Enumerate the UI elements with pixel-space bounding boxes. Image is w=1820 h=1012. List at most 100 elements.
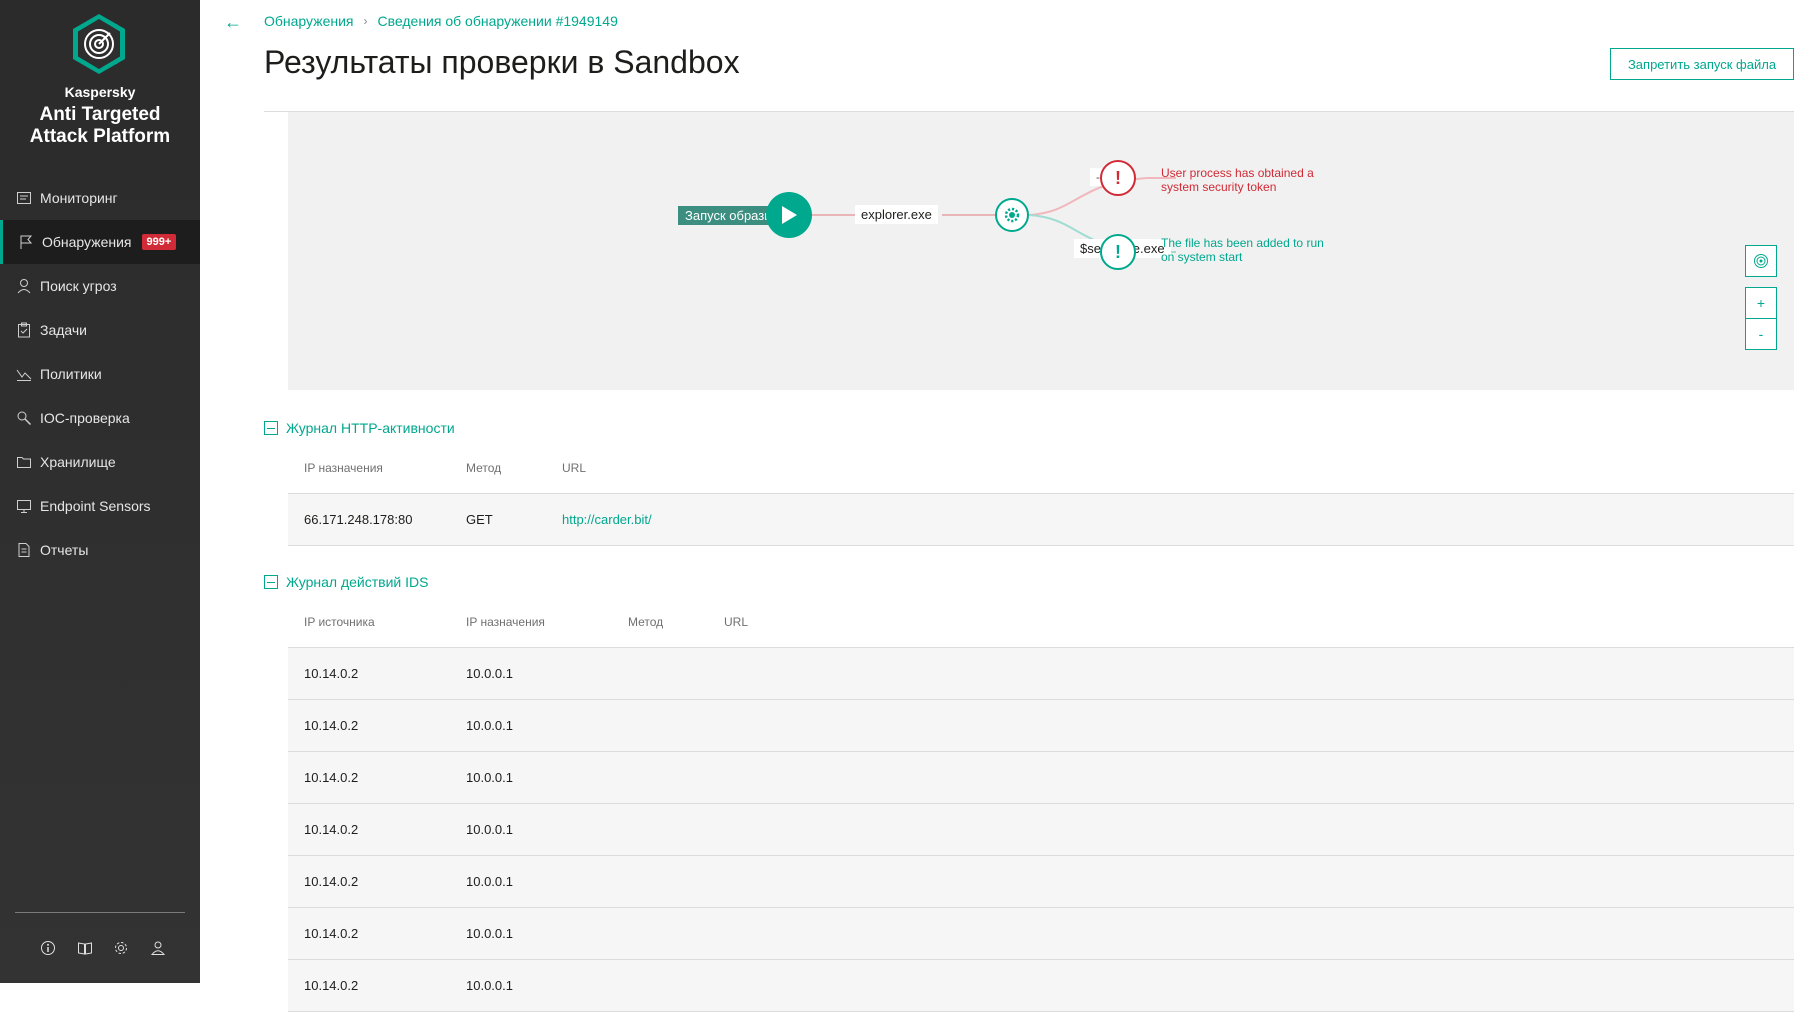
http-log-title: Журнал HTTP-активности <box>286 420 455 436</box>
sidebar-item-label: Задачи <box>40 322 88 338</box>
table-row[interactable]: 10.14.0.2 10.0.0.1 <box>288 700 1794 752</box>
source-ip-cell: 10.14.0.2 <box>304 926 359 941</box>
table-header: IP источника IP назначения Метод URL <box>288 596 1794 648</box>
sidebar-item-label: Поиск угроз <box>40 278 117 294</box>
flag-icon <box>16 232 36 252</box>
sidebar-item-policies[interactable]: Политики <box>0 352 200 396</box>
sidebar-item-tasks[interactable]: Задачи <box>0 308 200 352</box>
sidebar-divider <box>15 912 185 913</box>
table-row[interactable]: 10.14.0.2 10.0.0.1 <box>288 804 1794 856</box>
http-log-table: IP назначения Метод URL 66.171.248.178:8… <box>288 442 1794 546</box>
graph-center-button[interactable] <box>1745 245 1777 277</box>
source-ip-cell: 10.14.0.2 <box>304 822 359 837</box>
destination-ip-cell: 10.0.0.1 <box>466 978 513 993</box>
brand-company: Kaspersky <box>64 84 136 100</box>
destination-ip-cell: 10.0.0.1 <box>466 718 513 733</box>
user-icon[interactable] <box>148 938 168 958</box>
brand-product-line2: Attack Platform <box>29 126 171 147</box>
sidebar-item-detections[interactable]: Обнаружения 999+ <box>0 220 200 264</box>
source-ip-cell: 10.14.0.2 <box>304 978 359 993</box>
column-header: Метод <box>628 614 664 629</box>
table-row[interactable]: 10.14.0.2 10.0.0.1 <box>288 856 1794 908</box>
breadcrumb-detection-details-link[interactable]: Сведения об обнаружении #1949149 <box>378 13 618 29</box>
table-row[interactable]: 10.14.0.2 10.0.0.1 <box>288 908 1794 960</box>
destination-ip-cell: 10.0.0.1 <box>466 926 513 941</box>
block-file-launch-button[interactable]: Запретить запуск файла <box>1610 48 1794 80</box>
sidebar-item-reports[interactable]: Отчеты <box>0 528 200 572</box>
main-content: ← Обнаружения › Сведения об обнаружении … <box>200 0 1820 1012</box>
sample-launch-play-icon[interactable] <box>766 192 812 238</box>
table-row[interactable]: 10.14.0.2 10.0.0.1 <box>288 960 1794 1012</box>
table-row[interactable]: 66.171.248.178:80 GET http://carder.bit/ <box>288 494 1794 546</box>
policy-icon <box>14 364 34 384</box>
ioc-search-icon <box>14 408 34 428</box>
destination-ip-cell: 10.0.0.1 <box>466 770 513 785</box>
table-row[interactable]: 10.14.0.2 10.0.0.1 <box>288 648 1794 700</box>
column-header: IP источника <box>304 614 375 629</box>
sidebar-tools <box>38 938 168 958</box>
target-icon <box>1754 254 1768 268</box>
alert-security-token-text: User process has obtained a system secur… <box>1161 166 1314 194</box>
source-ip-cell: 10.14.0.2 <box>304 666 359 681</box>
breadcrumb: Обнаружения › Сведения об обнаружении #1… <box>264 13 618 29</box>
ids-log-table: IP источника IP назначения Метод URL 10.… <box>288 596 1794 1012</box>
source-ip-cell: 10.14.0.2 <box>304 770 359 785</box>
column-header: URL <box>562 460 587 475</box>
destination-ip-cell: 10.0.0.1 <box>466 666 513 681</box>
sidebar-item-label: IOC-проверка <box>40 410 130 426</box>
red-alert-icon[interactable]: ! <box>1100 160 1136 196</box>
sidebar-item-monitoring[interactable]: Мониторинг <box>0 176 200 220</box>
collapse-icon <box>264 421 278 435</box>
breadcrumb-detections-link[interactable]: Обнаружения <box>264 13 354 29</box>
chevron-right-icon: › <box>363 14 368 28</box>
destination-ip-cell: 10.0.0.1 <box>466 874 513 889</box>
graph-edges <box>812 177 1176 253</box>
destination-ip-cell: 10.0.0.1 <box>466 822 513 837</box>
http-log-header[interactable]: Журнал HTTP-активности <box>264 420 455 436</box>
sidebar-item-label: Хранилище <box>40 454 116 470</box>
sidebar-item-label: Мониторинг <box>40 190 118 206</box>
page-title: Результаты проверки в Sandbox <box>264 44 740 80</box>
sidebar-item-label: Endpoint Sensors <box>40 498 151 514</box>
sidebar: Kaspersky Anti Targeted Attack Platform … <box>0 0 200 983</box>
exclamation-mark: ! <box>1115 167 1121 188</box>
brand-product: Anti Targeted Attack Platform <box>0 104 200 148</box>
column-header: IP назначения <box>466 614 545 629</box>
process-node-explorer[interactable]: explorer.exe <box>855 205 938 224</box>
info-icon[interactable] <box>38 938 58 958</box>
report-icon <box>14 540 34 560</box>
destination-ip-cell: 66.171.248.178:80 <box>304 512 413 527</box>
sidebar-nav: Мониторинг Обнаружения 999+ Поиск угроз … <box>0 176 200 572</box>
kaspersky-logo <box>73 14 125 74</box>
zoom-out-button[interactable]: - <box>1745 318 1777 350</box>
table-header: IP назначения Метод URL <box>288 442 1794 494</box>
alert-autostart-text: The file has been added to run on system… <box>1161 236 1324 264</box>
sidebar-item-endpoint-sensors[interactable]: Endpoint Sensors <box>0 484 200 528</box>
sidebar-item-label: Политики <box>40 366 102 382</box>
sandbox-graph[interactable]: Запуск образца explorer.exe - $selfname.… <box>288 112 1794 390</box>
gear-icon[interactable] <box>111 938 131 958</box>
ids-log-header[interactable]: Журнал действий IDS <box>264 574 428 590</box>
method-cell: GET <box>466 512 493 527</box>
url-link[interactable]: http://carder.bit/ <box>546 512 652 527</box>
source-ip-cell: 10.14.0.2 <box>304 718 359 733</box>
desktop-icon <box>14 496 34 516</box>
clipboard-icon <box>14 320 34 340</box>
sidebar-item-storage[interactable]: Хранилище <box>0 440 200 484</box>
source-ip-cell: 10.14.0.2 <box>304 874 359 889</box>
column-header: URL <box>724 614 749 629</box>
folder-icon <box>14 452 34 472</box>
sidebar-item-ioc-scan[interactable]: IOC-проверка <box>0 396 200 440</box>
zoom-in-button[interactable]: + <box>1745 287 1777 319</box>
sidebar-item-label: Отчеты <box>40 542 89 558</box>
table-row[interactable]: 10.14.0.2 10.0.0.1 <box>288 752 1794 804</box>
green-alert-icon[interactable]: ! <box>1100 234 1136 270</box>
process-gear-icon[interactable] <box>995 198 1029 232</box>
column-header: Метод <box>466 460 502 475</box>
sidebar-item-threat-hunting[interactable]: Поиск угроз <box>0 264 200 308</box>
book-icon[interactable] <box>75 938 95 958</box>
detections-count-badge: 999+ <box>141 234 177 250</box>
exclamation-mark: ! <box>1115 241 1121 262</box>
ids-log-title: Журнал действий IDS <box>286 574 429 590</box>
back-arrow-icon[interactable]: ← <box>224 12 242 33</box>
